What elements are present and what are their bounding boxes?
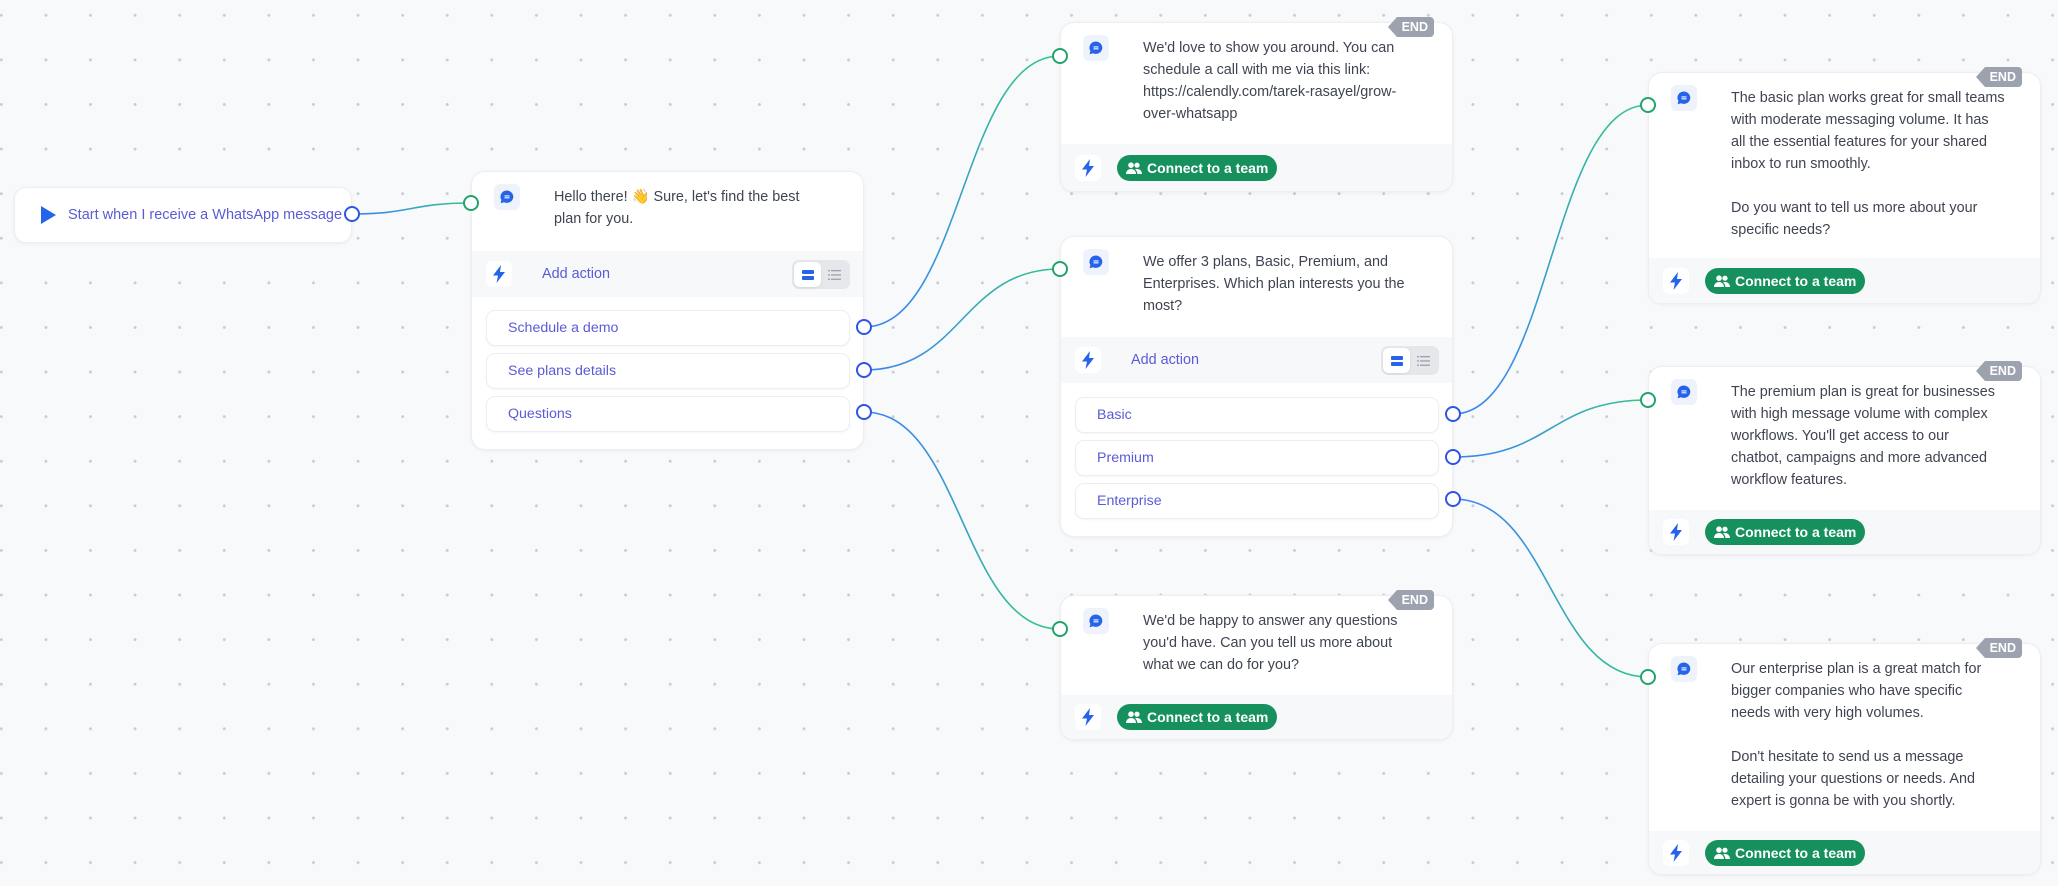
buttons-layout-icon[interactable] — [1383, 348, 1410, 373]
layout-toggle[interactable] — [1381, 346, 1439, 375]
connect-to-team-label: Connect to a team — [1735, 844, 1857, 861]
option-basic[interactable]: Basic — [1075, 397, 1439, 433]
bolt-icon — [486, 261, 512, 287]
option-basic-handle[interactable] — [1445, 406, 1461, 422]
connect-to-team-button[interactable]: Connect to a team — [1705, 519, 1866, 545]
users-icon — [1126, 161, 1142, 174]
option-schedule-demo[interactable]: Schedule a demo — [486, 310, 850, 346]
questions-node[interactable]: END We'd be happy to answer any question… — [1060, 590, 1453, 740]
basic-node[interactable]: END The basic plan works great for small… — [1648, 67, 2041, 304]
end-badge: END — [1975, 638, 2022, 658]
connect-to-team-button[interactable]: Connect to a team — [1117, 154, 1278, 181]
message-text[interactable]: Hello there! 👋 Sure, let's find the best… — [554, 186, 799, 230]
bolt-icon — [1075, 704, 1101, 730]
end-badge: END — [1975, 67, 2022, 87]
option-see-plans-handle[interactable] — [856, 362, 872, 378]
end-badge: END — [1387, 17, 1434, 37]
questions-input-handle[interactable] — [1052, 621, 1068, 637]
bolt-icon — [1663, 839, 1689, 866]
bolt-icon — [1075, 347, 1101, 373]
message-text[interactable]: We'd be happy to answer any questions yo… — [1143, 610, 1397, 676]
message-text[interactable]: The premium plan is great for businesses… — [1731, 381, 1995, 491]
users-icon — [1714, 526, 1730, 538]
plans-node[interactable]: We offer 3 plans, Basic, Premium, and En… — [1060, 236, 1453, 537]
greeting-input-handle[interactable] — [463, 195, 479, 211]
edge-trigger-greeting[interactable] — [351, 202, 472, 215]
trigger-node[interactable]: Start when I receive a WhatsApp message — [14, 187, 352, 243]
connect-to-team-label: Connect to a team — [1147, 709, 1269, 725]
chat-bubble-icon — [494, 184, 520, 210]
play-icon — [41, 206, 56, 224]
users-icon — [1126, 711, 1142, 723]
chat-bubble-icon — [1083, 249, 1109, 275]
connect-to-team-label: Connect to a team — [1147, 159, 1269, 176]
add-action-row[interactable]: Add action — [472, 251, 863, 297]
basic-input-handle[interactable] — [1640, 97, 1656, 113]
demo-input-handle[interactable] — [1052, 48, 1068, 64]
layout-toggle[interactable] — [792, 260, 850, 289]
option-questions[interactable]: Questions — [486, 396, 850, 432]
connect-to-team-button[interactable]: Connect to a team — [1117, 704, 1278, 730]
list-layout-icon[interactable] — [1410, 348, 1437, 373]
edge-plans[interactable] — [863, 268, 1061, 371]
quick-reply-options: Schedule a demo See plans details Questi… — [486, 310, 850, 439]
add-action-button[interactable]: Add action — [1131, 352, 1199, 368]
buttons-layout-icon[interactable] — [794, 262, 821, 287]
users-icon — [1714, 274, 1730, 287]
greeting-node[interactable]: Hello there! 👋 Sure, let's find the best… — [471, 171, 864, 450]
option-questions-handle[interactable] — [856, 404, 872, 420]
connect-to-team-label: Connect to a team — [1735, 524, 1857, 540]
bolt-icon — [1663, 519, 1689, 545]
connect-to-team-button[interactable]: Connect to a team — [1705, 267, 1866, 294]
trigger-output-handle[interactable] — [344, 206, 360, 222]
edge-enterprise[interactable] — [1452, 498, 1649, 678]
edge-demo[interactable] — [863, 55, 1061, 328]
quick-reply-options: Basic Premium Enterprise — [1075, 397, 1439, 526]
action-row: Connect to a team — [1649, 831, 2040, 874]
action-row: Connect to a team — [1061, 144, 1452, 191]
connect-to-team-label: Connect to a team — [1735, 272, 1857, 289]
premium-input-handle[interactable] — [1640, 392, 1656, 408]
end-badge: END — [1975, 361, 2022, 381]
connect-to-team-button[interactable]: Connect to a team — [1705, 839, 1866, 866]
demo-node[interactable]: END We'd love to show you around. You ca… — [1060, 17, 1453, 192]
enterprise-node[interactable]: END Our enterprise plan is a great match… — [1648, 638, 2041, 875]
action-row: Connect to a team — [1649, 258, 2040, 303]
message-text[interactable]: We'd love to show you around. You can sc… — [1143, 37, 1396, 125]
edge-premium[interactable] — [1452, 399, 1649, 458]
message-text[interactable]: The basic plan works great for small tea… — [1731, 87, 2005, 241]
premium-node[interactable]: END The premium plan is great for busine… — [1648, 361, 2041, 555]
chat-bubble-icon — [1083, 35, 1109, 61]
option-enterprise[interactable]: Enterprise — [1075, 483, 1439, 519]
end-badge: END — [1387, 590, 1434, 610]
option-premium[interactable]: Premium — [1075, 440, 1439, 476]
action-row: Connect to a team — [1061, 695, 1452, 739]
add-action-row[interactable]: Add action — [1061, 337, 1452, 383]
trigger-label: Start when I receive a WhatsApp message — [68, 207, 343, 223]
action-row: Connect to a team — [1649, 510, 2040, 554]
option-enterprise-handle[interactable] — [1445, 491, 1461, 507]
chat-bubble-icon — [1671, 656, 1697, 682]
message-text[interactable]: Our enterprise plan is a great match for… — [1731, 658, 1981, 812]
option-schedule-demo-handle[interactable] — [856, 319, 872, 335]
bolt-icon — [1663, 267, 1689, 294]
list-layout-icon[interactable] — [821, 262, 848, 287]
option-see-plans[interactable]: See plans details — [486, 353, 850, 389]
edge-basic[interactable] — [1452, 104, 1649, 415]
chat-bubble-icon — [1671, 85, 1697, 111]
add-action-button[interactable]: Add action — [542, 266, 610, 282]
chat-bubble-icon — [1671, 379, 1697, 405]
users-icon — [1714, 846, 1730, 859]
message-text[interactable]: We offer 3 plans, Basic, Premium, and En… — [1143, 251, 1405, 317]
chat-bubble-icon — [1083, 608, 1109, 634]
option-premium-handle[interactable] — [1445, 449, 1461, 465]
plans-input-handle[interactable] — [1052, 261, 1068, 277]
bolt-icon — [1075, 154, 1101, 181]
enterprise-input-handle[interactable] — [1640, 669, 1656, 685]
edge-questions[interactable] — [863, 411, 1061, 630]
